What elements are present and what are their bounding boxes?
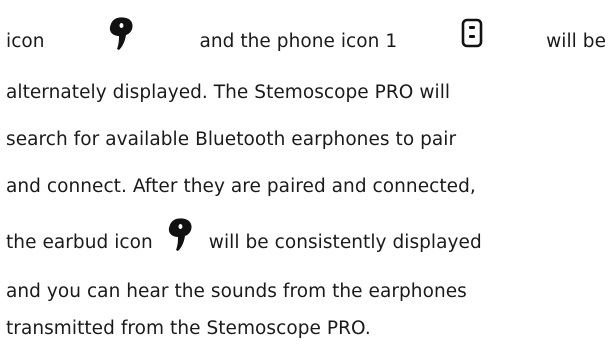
phone-icon <box>461 18 483 48</box>
text-line-5: the earbud icon will be consistently dis… <box>6 218 606 255</box>
text-earbud-label: the earbud icon <box>6 232 153 253</box>
text-consistently-displayed: will be consistently displayed <box>208 232 482 253</box>
text-line-1: icon and the phone icon 1 will be <box>6 17 606 54</box>
text-line-2: alternately displayed. The Stemoscope PR… <box>6 82 451 103</box>
text-phone-icon-label: and the phone icon 1 <box>199 31 398 52</box>
text-line-7: transmitted from the Stemoscope PRO. <box>6 318 371 339</box>
text-line-6: and you can hear the sounds from the ear… <box>6 281 467 302</box>
earbud-icon <box>167 218 195 252</box>
earbud-icon <box>108 17 136 51</box>
text-will-be: will be <box>546 31 606 52</box>
text-line-3: search for available Bluetooth earphones… <box>6 129 457 150</box>
text-line-4: and connect. After they are paired and c… <box>6 176 476 197</box>
text-word-icon: icon <box>6 31 45 52</box>
